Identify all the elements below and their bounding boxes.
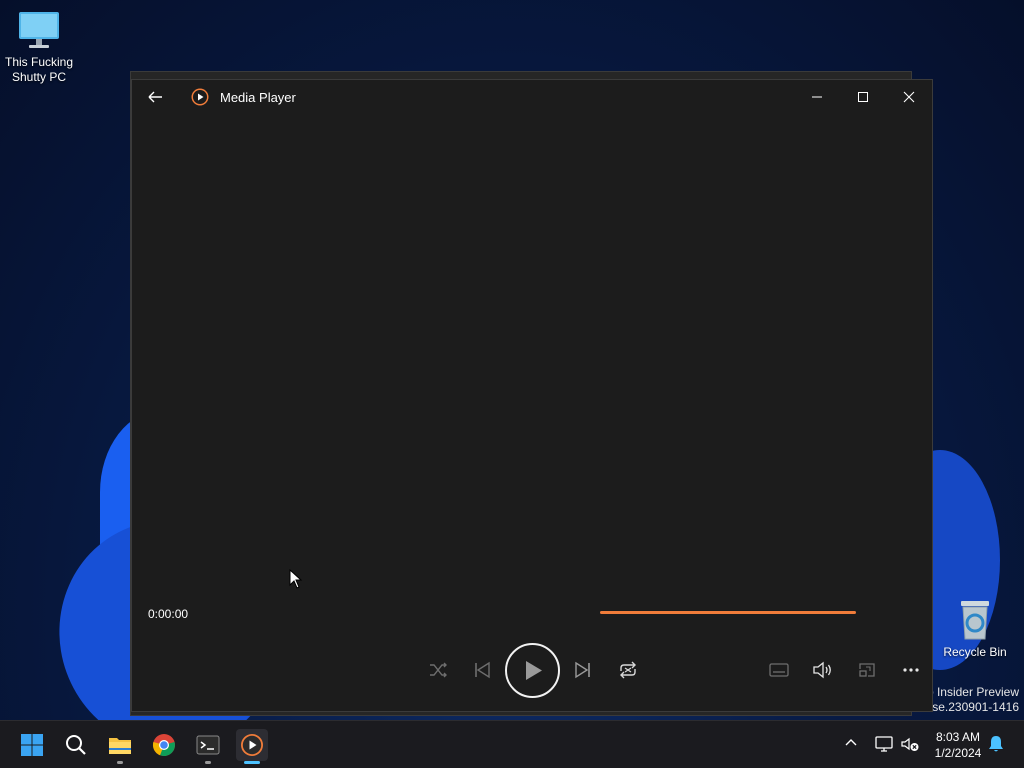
next-button[interactable] [569,656,597,684]
taskbar-chrome[interactable] [148,729,180,761]
repeat-button[interactable] [614,656,642,684]
volume-muted-icon [901,737,919,751]
desktop-icon-this-pc[interactable]: This Fucking Shutty PC [1,11,77,85]
desktop-icon-label: Recycle Bin [943,645,1007,659]
running-indicator [205,761,211,764]
network-icon [875,736,893,752]
desktop-icon-recycle-bin[interactable]: Recycle Bin [937,597,1013,660]
current-time: 0:00:00 [148,607,189,621]
play-button[interactable] [505,643,560,698]
media-player-icon [191,88,209,106]
minimize-icon [812,96,822,98]
taskbar-clock[interactable]: 8:03 AM 1/2/2024 [925,729,991,761]
media-player-icon [241,734,263,756]
captions-button[interactable] [765,656,793,684]
media-player-window: Media Player 0:00:00 [131,79,933,712]
close-button[interactable] [886,84,932,110]
minimize-button[interactable] [794,84,840,110]
more-icon [903,668,919,672]
shuffle-icon [430,662,447,678]
monitor-icon [19,12,59,48]
file-explorer-icon [109,738,131,754]
clock-time: 8:03 AM [935,730,981,744]
title-bar[interactable]: Media Player [132,80,932,114]
close-icon [903,91,915,103]
more-options-button[interactable] [897,656,925,684]
notification-bell-icon [989,736,1003,752]
clock-date: 1/2/2024 [934,746,982,760]
desktop-icon-label: This Fucking [4,55,74,69]
taskbar-terminal[interactable] [192,729,224,764]
taskbar: 8:03 AM 1/2/2024 [0,720,1024,768]
window-title: Media Player [220,90,296,105]
video-area[interactable] [132,114,932,594]
insider-watermark: o Insider Preview ease.230901-1416 [919,685,1019,715]
network-button[interactable] [874,735,894,758]
start-button[interactable] [16,729,48,761]
mini-player-icon [859,663,875,677]
terminal-icon [196,735,220,755]
search-icon [66,735,86,755]
captions-icon [769,663,789,677]
recycle-bin-icon [961,601,989,640]
running-indicator [117,761,123,764]
maximize-button[interactable] [840,84,886,110]
volume-tray-button[interactable] [900,735,920,758]
taskbar-media-player[interactable] [236,729,268,764]
watermark-line: o Insider Preview [926,685,1019,699]
search-button[interactable] [60,729,92,761]
notifications-button[interactable] [988,735,1004,758]
maximize-icon [858,92,868,102]
volume-button[interactable] [809,656,837,684]
show-hidden-icons-button[interactable] [843,735,859,756]
chrome-icon [152,734,175,757]
seek-bar[interactable] [600,611,856,614]
taskbar-file-explorer[interactable] [104,729,136,764]
back-button[interactable] [144,86,166,108]
volume-icon [813,661,831,679]
repeat-icon [620,661,636,679]
start-icon [21,734,43,756]
watermark-line: ease.230901-1416 [918,700,1019,714]
back-arrow-icon [148,91,162,103]
shuffle-button[interactable] [424,656,452,684]
previous-icon [475,661,490,679]
previous-button[interactable] [468,656,496,684]
chevron-up-icon [845,739,857,746]
mini-player-button[interactable] [853,656,881,684]
active-indicator [244,761,260,764]
desktop-icon-label: Shutty PC [11,70,67,84]
mouse-cursor-icon [289,569,303,589]
next-icon [575,661,590,679]
play-icon [526,661,542,680]
